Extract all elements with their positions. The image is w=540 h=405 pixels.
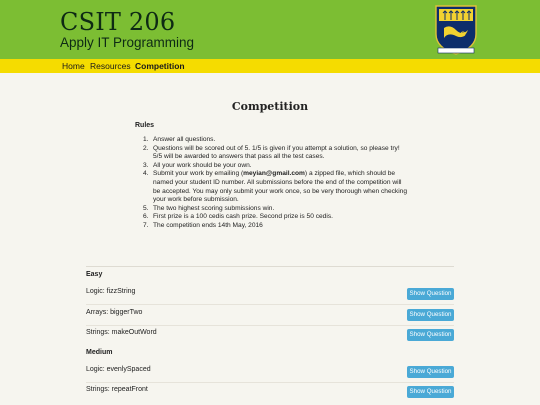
show-question-button[interactable]: Show Question [407, 386, 454, 398]
page-title: Competition [231, 100, 309, 113]
course-code: CSIT 206 [60, 8, 176, 36]
rule-item: 2. Questions will be scored out of 5. 1/5… [143, 144, 400, 161]
show-question-button[interactable]: Show Question [407, 288, 454, 300]
section-heading-medium: Medium [86, 349, 113, 356]
question-label: Logic: fizzString [86, 288, 136, 295]
question-label: Arrays: biggerTwo [86, 309, 143, 316]
section-heading-easy: Easy [86, 271, 103, 278]
show-question-button[interactable]: Show Question [407, 366, 454, 378]
rules-heading: Rules [135, 122, 155, 129]
rule-item: 3. All your work should be your own. [143, 161, 252, 169]
nav-competition-link[interactable]: Competition [135, 60, 185, 72]
header-banner: CSIT 206 Apply IT Programming [0, 0, 540, 59]
rule-item: 6. First prize is a 100 cedis cash prize.… [143, 213, 333, 221]
main-nav: Home Resources Competition [0, 59, 540, 73]
question-label: Strings: makeOutWord [86, 329, 157, 336]
show-question-button[interactable]: Show Question [407, 309, 454, 321]
rule-item: 1. Answer all questions. [143, 136, 216, 143]
section-divider [86, 266, 454, 267]
row-divider [86, 304, 454, 305]
university-crest-icon [435, 5, 477, 55]
row-divider [86, 325, 454, 326]
rule-item: 4. Submit your work by emailing (meyian@g… [143, 170, 408, 204]
course-name: Apply IT Programming [60, 35, 195, 50]
nav-resources-link[interactable]: Resources [90, 60, 131, 72]
rules-list: 1. Answer all questions. 2. Questions will… [143, 136, 408, 231]
rule-item: 7. The competition ends 14th May, 2016 [143, 221, 263, 229]
contact-email: meyian@gmail.com [243, 170, 305, 178]
question-label: Strings: repeatFront [86, 386, 148, 393]
question-label: Logic: evenlySpaced [86, 366, 151, 373]
row-divider [86, 382, 454, 383]
nav-home-link[interactable]: Home [62, 60, 85, 72]
show-question-button[interactable]: Show Question [407, 329, 454, 341]
rule-item: 5. The two highest scoring submissions wi… [143, 204, 275, 212]
